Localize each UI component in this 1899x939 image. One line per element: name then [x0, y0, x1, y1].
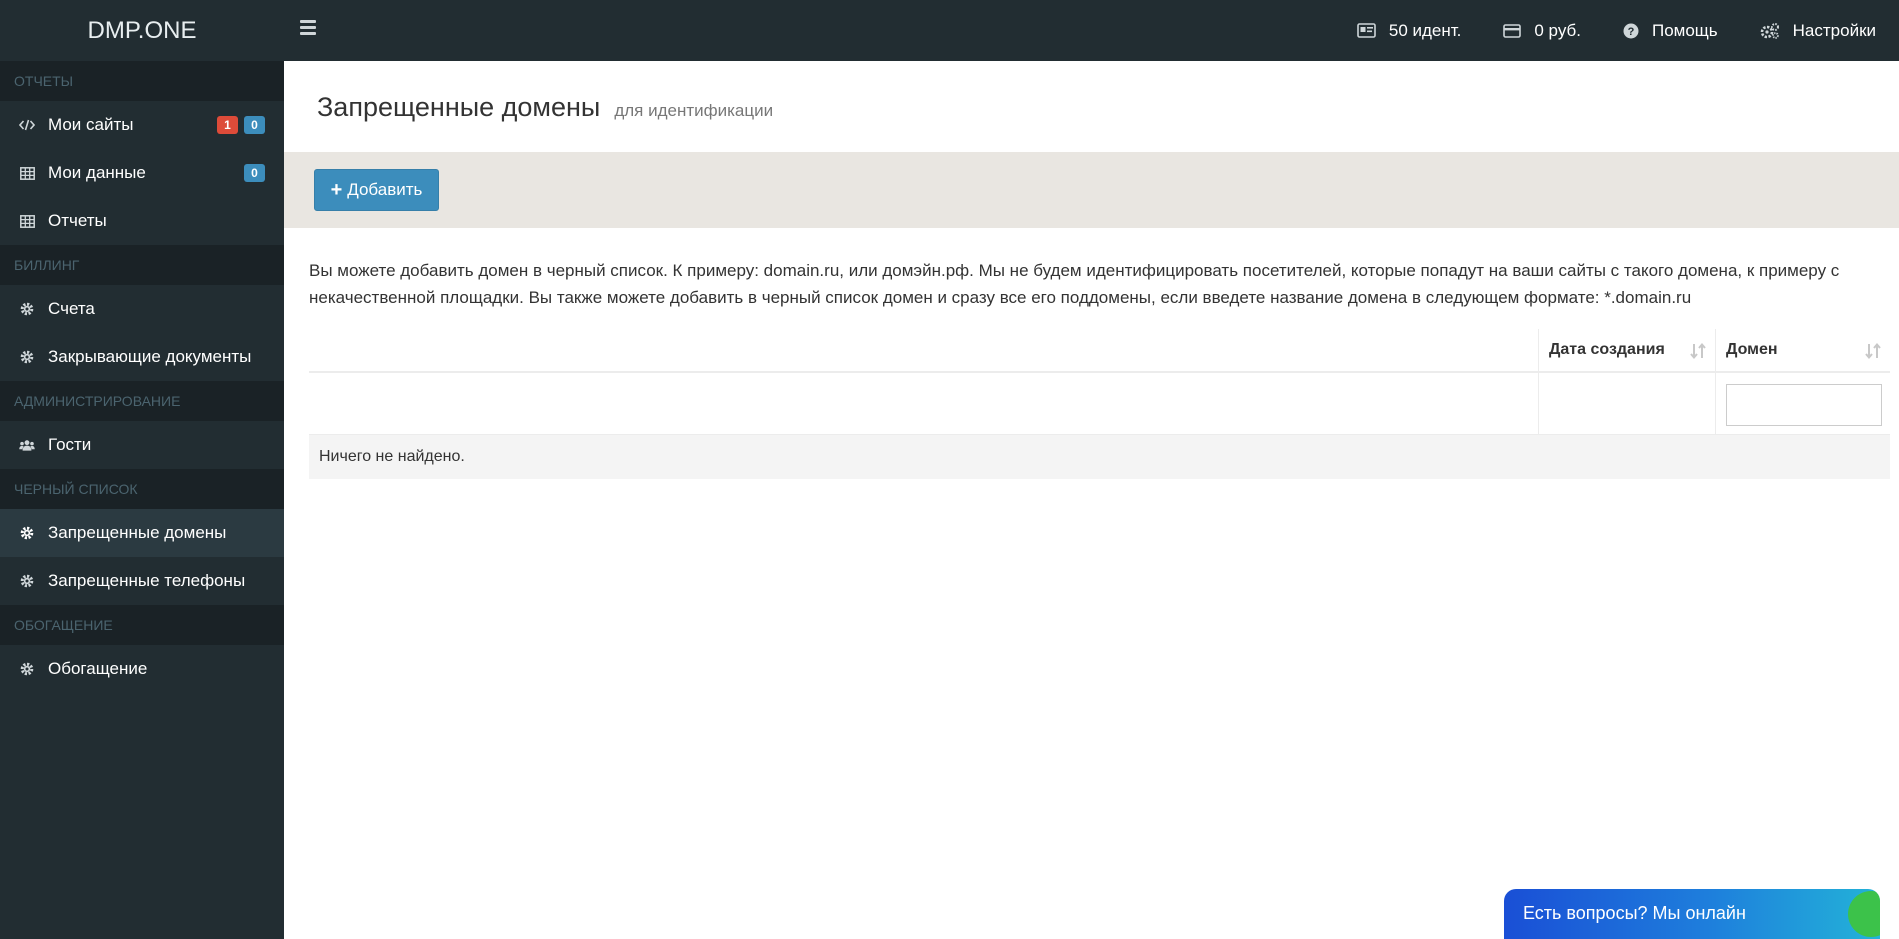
sidebar-item-label: Гости	[48, 435, 92, 454]
sidebar-item-blocked-domains[interactable]: Запрещенные домены	[0, 509, 284, 557]
sidebar: ОТЧЕТЫ Мои сайты 1 0 Мои данные 0 Отчеты…	[0, 61, 284, 939]
domains-grid: Дата создания Домен Ничего не найдено.	[309, 329, 1890, 479]
sidebar-item-label: Запрещенные телефоны	[48, 571, 246, 590]
sidebar-toggle-icon[interactable]	[300, 17, 322, 41]
sites-error-badge: 1	[217, 116, 238, 134]
sort-icon	[1865, 342, 1881, 360]
empty-results-row: Ничего не найдено.	[309, 435, 1890, 479]
top-nav-menu: 50 идент. 0 руб. ? Помощь Настройки	[1336, 0, 1897, 61]
section-header-billing: БИЛЛИНГ	[0, 245, 284, 285]
table-icon	[19, 213, 35, 229]
id-card-icon	[1357, 23, 1376, 38]
sort-icon	[1690, 342, 1706, 360]
online-indicator-icon	[1848, 891, 1880, 937]
app-logo[interactable]: DMP.ONE	[0, 0, 284, 61]
sidebar-item-label: Счета	[48, 299, 95, 318]
question-circle-icon: ?	[1623, 23, 1639, 38]
page-title: Запрещенные домены	[317, 92, 601, 122]
chat-widget[interactable]: Есть вопросы? Мы онлайн	[1504, 889, 1880, 939]
plus-icon: +	[330, 179, 343, 201]
table-icon	[19, 165, 35, 181]
description-text: Вы можете добавить домен в черный список…	[309, 261, 1840, 307]
sidebar-item-blocked-phones[interactable]: Запрещенные телефоны	[0, 557, 284, 605]
sidebar-item-label: Отчеты	[48, 211, 107, 230]
sidebar-item-label: Обогащение	[48, 659, 148, 678]
gear-icon	[19, 301, 35, 317]
gear-icon	[19, 661, 35, 677]
section-header-administration: АДМИНИСТРИРОВАНИЕ	[0, 381, 284, 421]
sidebar-item-guests[interactable]: Гости	[0, 421, 284, 469]
gears-icon	[1760, 22, 1779, 39]
column-header-domain[interactable]: Домен	[1715, 329, 1890, 371]
settings-link[interactable]: Настройки	[1739, 0, 1897, 61]
main-content: Запрещенные домены для идентификации + Д…	[284, 61, 1899, 939]
balance-value: 0 руб.	[1534, 20, 1581, 40]
section-header-enrichment: ОБОГАЩЕНИЕ	[0, 605, 284, 645]
code-icon	[19, 117, 35, 133]
chat-widget-label: Есть вопросы? Мы онлайн	[1523, 903, 1746, 923]
sidebar-item-label: Мои данные	[48, 163, 146, 182]
sidebar-item-enrichment[interactable]: Обогащение	[0, 645, 284, 693]
filter-cell-created	[1538, 373, 1715, 434]
settings-label: Настройки	[1792, 20, 1876, 40]
top-navbar: DMP.ONE 50 идент. 0 руб. ? Помощь Настро…	[0, 0, 1899, 61]
sidebar-item-label: Запрещенные домены	[48, 523, 227, 542]
sidebar-item-closing-documents[interactable]: Закрывающие документы	[0, 333, 284, 381]
grid-filter-row	[309, 373, 1890, 435]
sidebar-item-my-data[interactable]: Мои данные 0	[0, 149, 284, 197]
users-icon	[19, 437, 35, 453]
section-header-blacklist: ЧЕРНЫЙ СПИСОК	[0, 469, 284, 509]
sidebar-item-reports[interactable]: Отчеты	[0, 197, 284, 245]
grid-header-row: Дата создания Домен	[309, 329, 1890, 373]
credit-card-icon	[1503, 23, 1522, 38]
page-header: Запрещенные домены для идентификации	[317, 92, 773, 123]
sites-count-badge: 0	[244, 116, 265, 134]
gear-icon	[19, 573, 35, 589]
sidebar-item-label: Мои сайты	[48, 115, 134, 134]
svg-text:?: ?	[1628, 26, 1635, 38]
column-header-created[interactable]: Дата создания	[1538, 329, 1715, 371]
column-header-label: Домен	[1726, 341, 1778, 358]
filter-cell-domain	[1715, 373, 1890, 434]
sidebar-item-label: Закрывающие документы	[48, 347, 252, 366]
identifications-count: 50 идент.	[1388, 20, 1462, 40]
section-header-reports: ОТЧЕТЫ	[0, 61, 284, 101]
column-header-label: Дата создания	[1549, 341, 1665, 358]
gear-icon	[19, 525, 35, 541]
help-link[interactable]: ? Помощь	[1602, 0, 1739, 61]
sidebar-item-invoices[interactable]: Счета	[0, 285, 284, 333]
action-toolbar: + Добавить	[284, 152, 1899, 228]
balance-link[interactable]: 0 руб.	[1482, 0, 1602, 61]
add-button-label: Добавить	[347, 180, 423, 199]
identifications-link[interactable]: 50 идент.	[1336, 0, 1483, 61]
sidebar-item-my-sites[interactable]: Мои сайты 1 0	[0, 101, 284, 149]
add-button[interactable]: + Добавить	[314, 169, 439, 211]
page-subtitle: для идентификации	[614, 101, 774, 120]
domain-filter-input[interactable]	[1726, 384, 1882, 426]
gear-icon	[19, 349, 35, 365]
data-count-badge: 0	[244, 164, 265, 182]
help-label: Помощь	[1651, 20, 1718, 40]
